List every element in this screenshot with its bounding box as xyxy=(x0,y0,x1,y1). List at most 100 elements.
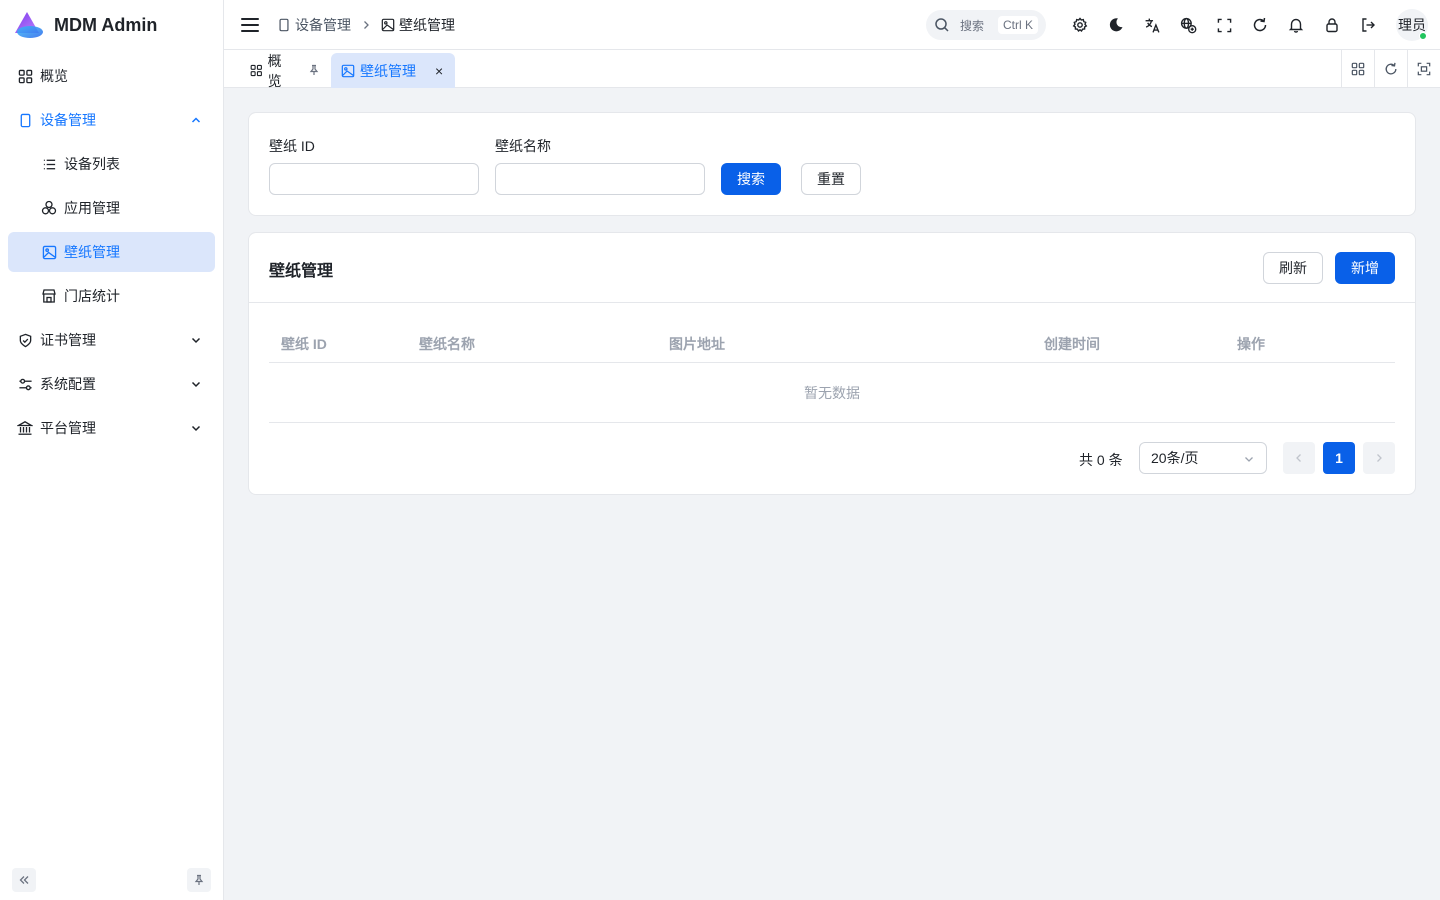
sidebar-item-system-config[interactable]: 系统配置 xyxy=(8,364,215,404)
page-size-select[interactable]: 20条/页 xyxy=(1139,442,1267,474)
tabs-tools xyxy=(1341,50,1440,88)
close-tab-icon[interactable]: × xyxy=(435,63,443,79)
prev-page-button[interactable] xyxy=(1283,442,1315,474)
column-header-image-url: 图片地址 xyxy=(669,336,725,352)
wallpaper-id-label: 壁纸 ID xyxy=(269,138,315,154)
sidebar-item-label: 概览 xyxy=(40,68,68,84)
search-icon xyxy=(935,18,949,32)
chevron-down-icon xyxy=(189,333,203,347)
tab-label: 壁纸管理 xyxy=(360,62,416,79)
refresh-icon[interactable] xyxy=(1250,15,1270,35)
breadcrumb-item-current: 壁纸管理 xyxy=(381,15,455,35)
settings-icon[interactable] xyxy=(1070,15,1090,35)
bell-icon[interactable] xyxy=(1286,15,1306,35)
bank-icon xyxy=(17,420,33,436)
header-actions: 搜索 Ctrl K 理员 xyxy=(926,0,1440,50)
sidebar-item-app-management[interactable]: 应用管理 xyxy=(8,188,215,228)
sidebar-item-overview[interactable]: 概览 xyxy=(8,56,215,96)
collapse-sidebar-icon[interactable] xyxy=(12,868,36,892)
top-header: 设备管理 壁纸管理 搜索 Ctrl K 理员 xyxy=(224,0,1440,50)
sidebar-item-store-stats[interactable]: 门店统计 xyxy=(8,276,215,316)
search-placeholder: 搜索 xyxy=(960,18,985,33)
sidebar-item-device-management[interactable]: 设备管理 xyxy=(8,100,215,140)
dashboard-icon xyxy=(17,68,33,84)
table-card-header: 壁纸管理 刷新 新增 xyxy=(249,233,1415,303)
column-header-name: 壁纸名称 xyxy=(419,336,475,352)
wallpaper-id-input[interactable] xyxy=(269,163,479,195)
sidebar: MDM Admin 概览 设备管理 设备列表 应用管理 壁纸管理 门店统计 证书… xyxy=(0,0,224,900)
table-title: 壁纸管理 xyxy=(269,263,334,280)
pin-icon[interactable] xyxy=(308,63,320,79)
global-search[interactable]: 搜索 Ctrl K xyxy=(926,10,1046,40)
app-title: MDM Admin xyxy=(54,14,158,35)
lock-icon[interactable] xyxy=(1322,15,1342,35)
translate-icon[interactable] xyxy=(1142,15,1162,35)
column-header-id: 壁纸 ID xyxy=(281,336,327,352)
sidebar-item-label: 壁纸管理 xyxy=(64,244,120,260)
sidebar-item-label: 系统配置 xyxy=(40,376,96,392)
sidebar-item-label: 证书管理 xyxy=(40,332,96,348)
shield-check-icon xyxy=(17,332,33,348)
wallpaper-name-label: 壁纸名称 xyxy=(495,138,551,154)
breadcrumb: 设备管理 壁纸管理 xyxy=(277,15,455,35)
sidebar-item-label: 平台管理 xyxy=(40,420,96,436)
sidebar-item-label: 门店统计 xyxy=(64,288,120,304)
wallpaper-table-card: 壁纸管理 刷新 新增 壁纸 ID 壁纸名称 图片地址 创建时间 操作 暂无数据 … xyxy=(248,232,1416,495)
refresh-button[interactable]: 刷新 xyxy=(1263,252,1323,284)
table-header: 壁纸 ID 壁纸名称 图片地址 创建时间 操作 xyxy=(269,323,1395,363)
chevron-left-icon xyxy=(1296,454,1301,462)
tabs-menu-icon[interactable] xyxy=(1341,50,1374,88)
tab-label: 概览 xyxy=(267,52,282,89)
sidebar-item-device-list[interactable]: 设备列表 xyxy=(8,144,215,184)
sidebar-item-certificate-management[interactable]: 证书管理 xyxy=(8,320,215,360)
dashboard-icon xyxy=(250,64,262,77)
empty-table-message: 暂无数据 xyxy=(269,363,1395,423)
breadcrumb-separator-icon xyxy=(361,17,371,33)
sidebar-item-label: 设备管理 xyxy=(40,112,96,128)
image-icon xyxy=(341,64,355,77)
dark-mode-icon[interactable] xyxy=(1106,15,1126,35)
logo-icon xyxy=(12,11,44,39)
image-icon xyxy=(41,244,57,260)
sidebar-item-label: 设备列表 xyxy=(64,156,120,172)
maximize-content-icon[interactable] xyxy=(1407,50,1440,88)
page-number-button[interactable]: 1 xyxy=(1323,442,1355,474)
sliders-icon xyxy=(17,376,33,392)
menu-toggle-icon[interactable] xyxy=(241,17,259,32)
pagination-total: 共 0 条 xyxy=(1079,452,1123,468)
next-page-button[interactable] xyxy=(1363,442,1395,474)
fullscreen-icon[interactable] xyxy=(1214,15,1234,35)
add-button[interactable]: 新增 xyxy=(1335,252,1395,284)
sidebar-item-platform-management[interactable]: 平台管理 xyxy=(8,408,215,448)
phone-icon xyxy=(279,18,289,31)
boxes-icon xyxy=(41,200,57,216)
logout-icon[interactable] xyxy=(1358,15,1378,35)
user-avatar[interactable]: 理员 xyxy=(1396,9,1428,41)
sidebar-item-label: 应用管理 xyxy=(64,200,120,216)
list-icon xyxy=(41,156,57,172)
brand[interactable]: MDM Admin xyxy=(0,0,223,50)
chevron-up-icon xyxy=(189,113,203,127)
online-status-dot xyxy=(1419,32,1427,40)
page-size-value: 20条/页 xyxy=(1151,450,1199,466)
search-shortcut: Ctrl K xyxy=(998,16,1039,34)
tabs-bar: 概览 壁纸管理 × xyxy=(224,50,1440,89)
sidebar-item-wallpaper-management[interactable]: 壁纸管理 xyxy=(8,232,215,272)
tab-wallpaper-management[interactable]: 壁纸管理 × xyxy=(331,53,455,88)
sidebar-menu: 概览 设备管理 设备列表 应用管理 壁纸管理 门店统计 证书管理 系统配置 平台… xyxy=(0,50,223,458)
chevron-down-icon xyxy=(189,377,203,391)
search-button[interactable]: 搜索 xyxy=(721,163,781,195)
pin-sidebar-icon[interactable] xyxy=(187,868,211,892)
reset-button[interactable]: 重置 xyxy=(801,163,861,195)
chevron-down-icon xyxy=(189,421,203,435)
reload-tab-icon[interactable] xyxy=(1374,50,1407,88)
column-header-created-at: 创建时间 xyxy=(1044,336,1100,352)
filter-card: 壁纸 ID 壁纸名称 搜索 重置 xyxy=(248,112,1416,216)
language-globe-icon[interactable] xyxy=(1178,15,1198,35)
chevron-down-icon xyxy=(1242,452,1256,466)
wallpaper-name-input[interactable] xyxy=(495,163,705,195)
store-icon xyxy=(41,288,57,304)
breadcrumb-item[interactable]: 设备管理 xyxy=(277,15,351,35)
tab-overview[interactable]: 概览 xyxy=(240,52,330,89)
column-header-actions: 操作 xyxy=(1237,336,1265,352)
